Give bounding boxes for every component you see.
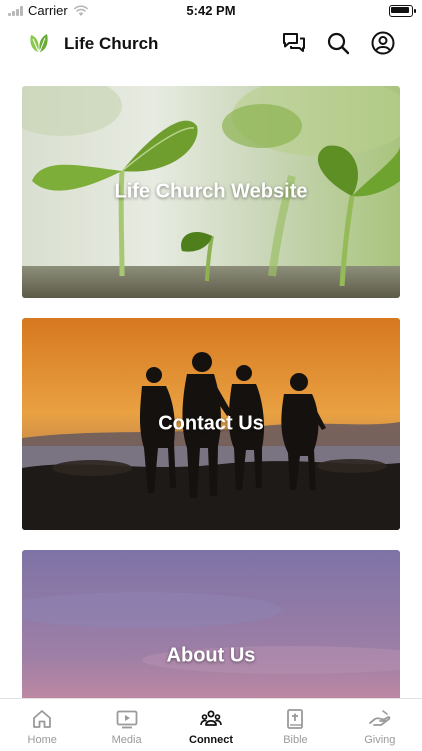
giving-hand-icon (368, 710, 391, 726)
card-image-evening-sky (22, 550, 400, 698)
card-title: About Us (166, 644, 256, 667)
battery-icon (389, 5, 416, 17)
status-time: 5:42 PM (186, 3, 236, 18)
app-title: Life Church (64, 34, 159, 53)
app-header: Life Church (0, 24, 422, 64)
card-title: Contact Us (158, 412, 264, 435)
tab-label: Media (111, 734, 142, 746)
bible-icon (287, 709, 304, 729)
tab-label: Giving (364, 734, 396, 746)
tab-connect[interactable]: Connect (169, 699, 253, 751)
home-icon (33, 710, 52, 728)
card-contact-us[interactable]: Contact Us (22, 318, 400, 530)
search-icon[interactable] (325, 30, 351, 56)
tab-media[interactable]: Media (84, 699, 168, 751)
card-about-us[interactable]: About Us (22, 550, 400, 698)
card-life-church-website[interactable]: Life Church Website (22, 86, 400, 298)
tab-home[interactable]: Home (0, 699, 84, 751)
status-bar: Carrier 5:42 PM (0, 0, 422, 22)
tab-label: Bible (283, 734, 308, 746)
chat-bubbles-icon[interactable] (281, 30, 307, 56)
account-icon[interactable] (370, 30, 396, 56)
card-title: Life Church Website (114, 180, 308, 203)
people-icon (200, 710, 222, 726)
leaf-logo-icon (30, 34, 48, 52)
tab-giving[interactable]: Giving (338, 699, 422, 751)
tab-label: Home (27, 734, 57, 746)
content-feed[interactable]: Life Church Website Contact Us About Us (0, 64, 422, 698)
bottom-tab-bar: Home Media Connect Bible Giving (0, 698, 422, 751)
media-play-icon (116, 710, 138, 729)
tab-label: Connect (189, 734, 234, 746)
tab-bible[interactable]: Bible (253, 699, 337, 751)
